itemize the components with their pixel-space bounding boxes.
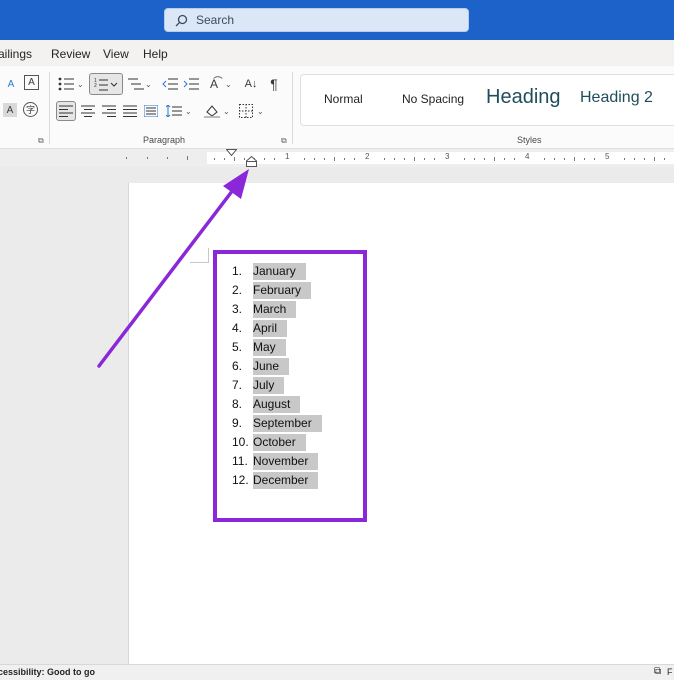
paragraph-dialog-launcher-icon[interactable]: ⧉: [281, 136, 287, 146]
ruler-number: 4: [525, 152, 530, 161]
ruler-number: 5: [605, 152, 610, 161]
style-normal[interactable]: Normal: [324, 92, 363, 106]
tab-view[interactable]: View: [103, 47, 129, 61]
decrease-indent-icon[interactable]: [161, 75, 179, 93]
asian-layout-icon[interactable]: A͡: [205, 75, 223, 93]
distributed-icon[interactable]: [142, 102, 160, 120]
first-line-indent-marker-icon[interactable]: [226, 149, 237, 156]
group-separator: [292, 72, 293, 144]
chevron-down-icon[interactable]: ⌄: [185, 107, 192, 116]
hanging-indent-marker-icon[interactable]: [246, 156, 257, 167]
borders-icon[interactable]: [237, 102, 255, 120]
justify-icon[interactable]: [121, 102, 139, 120]
line-spacing-icon[interactable]: [165, 102, 183, 120]
align-center-icon[interactable]: [79, 102, 97, 120]
tab-help[interactable]: Help: [143, 47, 168, 61]
styles-gallery: Normal No Spacing Heading Heading 2: [300, 74, 674, 126]
character-shading-icon[interactable]: A: [3, 103, 17, 117]
horizontal-ruler: 1 2 3 4 5: [0, 149, 674, 167]
style-no-spacing[interactable]: No Spacing: [402, 92, 464, 106]
annotation-highlight-box: [213, 250, 367, 522]
font-dialog-launcher-icon[interactable]: ⧉: [38, 136, 44, 146]
ruler-number: 3: [445, 152, 450, 161]
increase-indent-icon[interactable]: [182, 75, 200, 93]
page-margin-marker: [190, 248, 209, 263]
chevron-down-icon[interactable]: ⌄: [257, 107, 264, 116]
chevron-down-icon[interactable]: ⌄: [225, 80, 232, 89]
phonetic-guide-icon[interactable]: A: [2, 75, 20, 93]
document-page[interactable]: [128, 183, 674, 664]
search-box[interactable]: Search: [164, 8, 469, 32]
tab-mailings[interactable]: ailings: [0, 47, 32, 61]
style-heading-1[interactable]: Heading: [486, 86, 566, 109]
multilevel-list-icon[interactable]: [127, 75, 145, 93]
chevron-down-icon[interactable]: ⌄: [77, 80, 84, 89]
title-bar: Search: [0, 0, 674, 40]
search-placeholder: Search: [196, 13, 235, 27]
styles-group-label: Styles: [517, 135, 542, 145]
enclose-characters-icon[interactable]: 字: [23, 102, 38, 117]
show-formatting-marks-icon[interactable]: ¶: [265, 75, 283, 93]
shading-icon[interactable]: [203, 102, 221, 120]
paragraph-group-label: Paragraph: [143, 135, 186, 145]
search-icon: [175, 14, 188, 26]
numbering-icon[interactable]: 12: [89, 73, 123, 95]
accessibility-status[interactable]: cessibility: Good to go: [0, 667, 95, 677]
bullets-icon[interactable]: [57, 75, 75, 93]
focus-mode-icon[interactable]: ⧉: [654, 666, 661, 677]
tab-review[interactable]: Review: [51, 47, 90, 61]
character-border-icon[interactable]: A: [24, 75, 39, 90]
sort-icon[interactable]: A↓: [242, 75, 260, 93]
status-bar: cessibility: Good to go ⧉ F: [0, 664, 674, 680]
group-separator: [49, 72, 50, 144]
align-right-icon[interactable]: [100, 102, 118, 120]
focus-label: F: [667, 667, 673, 677]
chevron-down-icon[interactable]: ⌄: [223, 107, 230, 116]
ruler-number: 1: [285, 152, 290, 161]
svg-text:2: 2: [94, 83, 97, 89]
chevron-down-icon[interactable]: ⌄: [145, 80, 152, 89]
ribbon: A A A 字 ⧉ ⌄ 12 ⌄ A͡ ⌄ A↓ ¶ ⌄ ⌄ ⌄ Paragra…: [0, 66, 674, 149]
ruler-white-area: 1 2 3 4 5: [207, 152, 674, 164]
ruler-number: 2: [365, 152, 370, 161]
ribbon-tabs: ailings Review View Help: [0, 40, 674, 66]
align-left-icon[interactable]: [56, 101, 76, 121]
style-heading-2[interactable]: Heading 2: [580, 89, 653, 107]
